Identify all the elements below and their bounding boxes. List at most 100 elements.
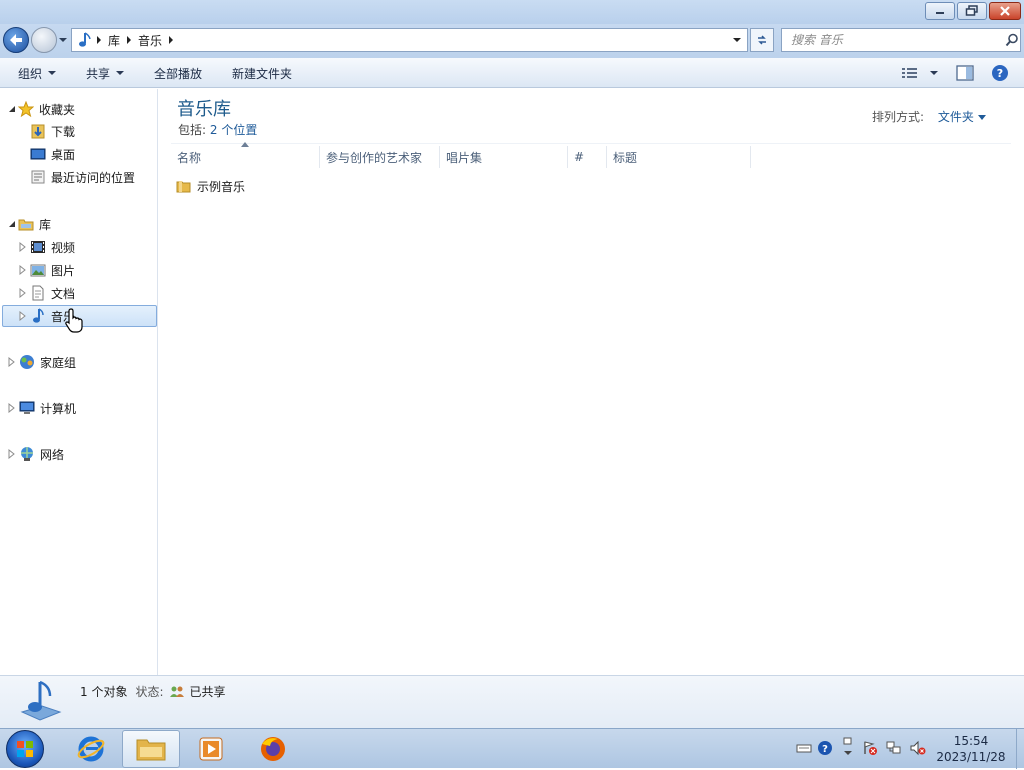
refresh-icon [758, 35, 766, 45]
search-box [781, 28, 1021, 52]
address-bar[interactable]: 库 音乐 [71, 28, 748, 52]
recent-places-icon [31, 170, 45, 184]
arrange-by: 排列方式: 文件夹 [872, 108, 986, 125]
expand-closed-icon[interactable] [19, 242, 27, 252]
keyboard-icon[interactable] [796, 740, 812, 756]
view-options-button[interactable] [901, 58, 919, 88]
back-button[interactable] [3, 27, 29, 53]
nav-item-label: 下载 [51, 124, 76, 139]
taskbar-internet-explorer[interactable] [62, 730, 120, 768]
address-row: 库 音乐 [0, 24, 1024, 58]
minimize-button[interactable] [925, 2, 955, 20]
breadcrumb-libraries[interactable]: 库 [104, 29, 124, 51]
videos-icon [31, 241, 45, 253]
star-icon [18, 101, 34, 117]
breadcrumb-music[interactable]: 音乐 [134, 29, 166, 51]
nav-computer-label: 计算机 [40, 401, 77, 416]
expand-closed-icon[interactable] [19, 311, 27, 321]
forward-button[interactable] [31, 27, 57, 53]
help-button[interactable]: ? [991, 58, 1009, 88]
chevron-right-icon [127, 36, 132, 44]
nav-item-documents[interactable]: 文档 [19, 282, 75, 304]
list-item[interactable]: 示例音乐 [176, 175, 245, 197]
nav-computer[interactable]: 计算机 [8, 397, 76, 419]
nav-item-desktop[interactable]: 桌面 [30, 143, 75, 165]
includes-locations-link[interactable]: 2 个位置 [210, 123, 257, 137]
nav-item-label: 图片 [51, 263, 76, 278]
column-header-track-number[interactable]: # [568, 146, 607, 168]
column-header-artists[interactable]: 参与创作的艺术家 [320, 146, 440, 168]
address-dropdown[interactable] [727, 29, 747, 51]
organize-menu[interactable]: 组织 [18, 58, 57, 88]
nav-item-downloads[interactable]: 下载 [30, 120, 75, 142]
includes-label: 包括: [178, 123, 207, 137]
content-pane: 音乐库 包括: 2 个位置 排列方式: 文件夹 名称 参与创作的艺术家 唱片集 … [159, 89, 1024, 675]
close-button[interactable] [989, 2, 1021, 20]
taskbar-firefox[interactable] [244, 730, 302, 768]
column-header-title[interactable]: 标题 [607, 146, 751, 168]
computer-icon [19, 401, 35, 414]
view-dropdown[interactable] [924, 58, 938, 88]
file-explorer-icon [136, 739, 166, 761]
documents-icon [32, 285, 44, 301]
taskbar-media-player[interactable] [182, 730, 240, 768]
breadcrumb-separator[interactable] [94, 29, 104, 51]
expand-closed-icon[interactable] [19, 265, 27, 275]
history-dropdown[interactable] [58, 34, 68, 46]
firefox-icon [261, 737, 285, 761]
breadcrumb-separator[interactable] [124, 29, 134, 51]
breadcrumb-separator[interactable] [166, 29, 176, 51]
arrange-value: 文件夹 [937, 110, 974, 124]
library-includes: 包括: 2 个位置 [178, 121, 257, 138]
expand-closed-icon[interactable] [8, 357, 16, 367]
status-value: 已共享 [189, 685, 226, 699]
restore-button[interactable] [957, 2, 987, 20]
close-icon [1000, 6, 1010, 16]
network-status-icon[interactable] [886, 740, 902, 756]
nav-libraries-label: 库 [39, 217, 52, 232]
nav-favorites-label: 收藏夹 [39, 102, 76, 117]
chevron-down-icon [977, 115, 986, 120]
svg-text:?: ? [822, 744, 828, 755]
title-bar [0, 0, 1024, 24]
expand-closed-icon[interactable] [8, 403, 16, 413]
expand-closed-icon[interactable] [19, 288, 27, 298]
new-folder-button[interactable]: 新建文件夹 [232, 58, 292, 88]
column-header-album[interactable]: 唱片集 [440, 146, 568, 168]
show-desktop-button[interactable] [1016, 729, 1024, 769]
column-header-name[interactable]: 名称 [171, 146, 320, 168]
play-all-button[interactable]: 全部播放 [154, 58, 202, 88]
volume-muted-icon[interactable] [910, 740, 926, 756]
nav-homegroup[interactable]: 家庭组 [8, 351, 76, 373]
nav-libraries[interactable]: 库 [8, 213, 51, 235]
refresh-button[interactable] [750, 28, 774, 52]
search-input[interactable] [791, 33, 1001, 47]
expand-open-icon[interactable] [8, 105, 16, 113]
view-list-icon [902, 68, 917, 78]
library-title: 音乐库 [177, 99, 231, 120]
chevron-down-icon [733, 38, 741, 42]
taskbar-file-explorer[interactable] [122, 730, 180, 768]
nav-favorites[interactable]: 收藏夹 [8, 98, 75, 120]
search-icon[interactable] [1005, 33, 1019, 47]
action-center-icon[interactable] [862, 740, 878, 756]
share-menu[interactable]: 共享 [86, 58, 125, 88]
downloads-folder-icon [31, 124, 45, 139]
help-tray-icon[interactable]: ? [817, 740, 833, 756]
nav-network[interactable]: 网络 [8, 443, 64, 465]
taskbar: ? 15:54 2023/11/28 [0, 728, 1024, 769]
tray-expand-icon[interactable] [842, 737, 854, 759]
tray-clock[interactable]: 15:54 2023/11/28 [936, 733, 1006, 765]
back-arrow-icon [10, 34, 22, 46]
nav-item-videos[interactable]: 视频 [19, 236, 75, 258]
arrange-by-dropdown[interactable]: 文件夹 [938, 110, 986, 124]
nav-item-label: 文档 [51, 286, 76, 301]
clock-time: 15:54 [953, 734, 989, 748]
nav-item-recent-places[interactable]: 最近访问的位置 [30, 166, 135, 188]
expand-open-icon[interactable] [8, 220, 16, 228]
expand-closed-icon[interactable] [8, 449, 16, 459]
details-pane: 1 个对象 状态: 已共享 [0, 675, 1024, 728]
nav-item-pictures[interactable]: 图片 [19, 259, 75, 281]
preview-pane-button[interactable] [956, 58, 974, 88]
start-button[interactable] [6, 730, 44, 768]
